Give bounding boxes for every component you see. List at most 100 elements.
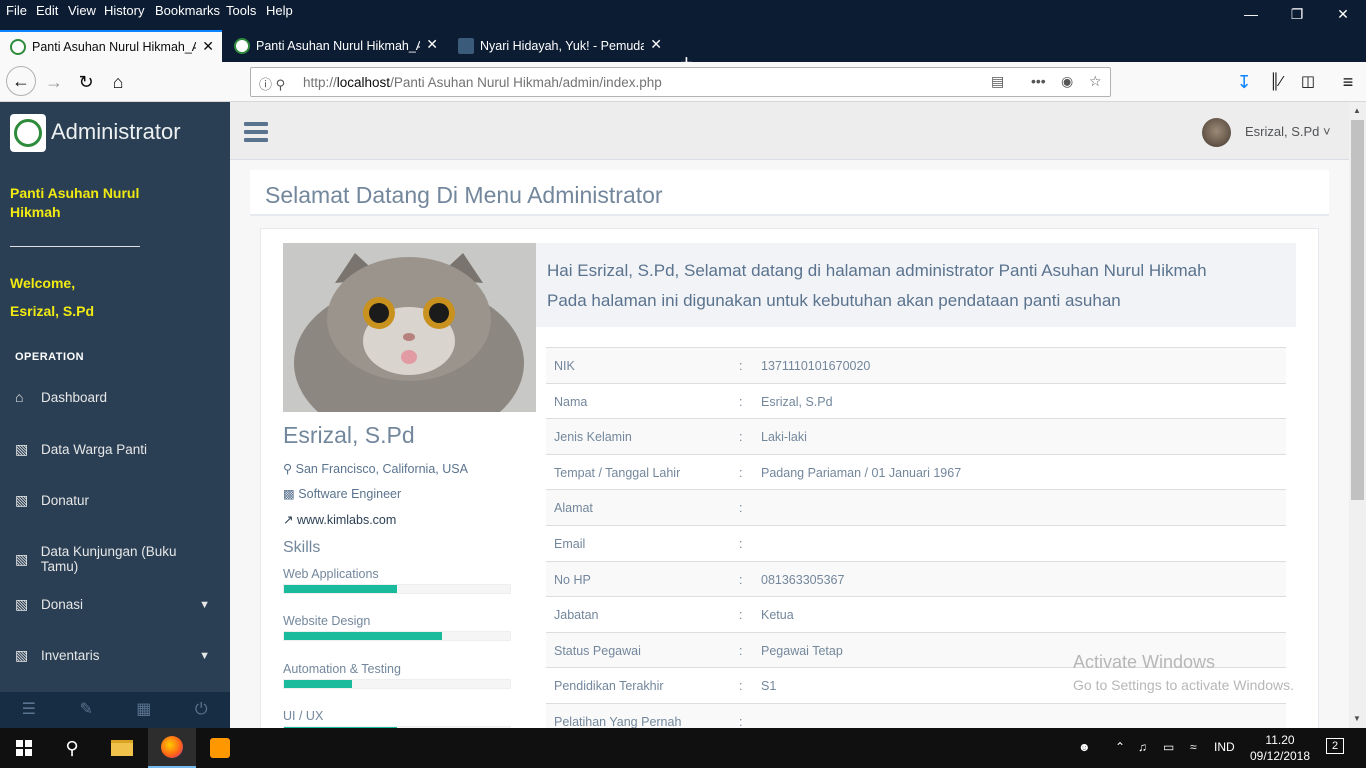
greeting-line-1: Hai Esrizal, S.Pd, Selamat datang di hal… [547, 261, 1207, 280]
profile-name: Esrizal, S.Pd [283, 422, 415, 448]
briefcase-icon: ▩ [283, 487, 295, 501]
navigation-bar: ← → ↻ ⌂ ⓘ ⚲ http://localhost/Panti Asuha… [0, 62, 1366, 102]
org-name: Panti Asuhan Nurul Hikmah [10, 185, 140, 220]
detail-value: Esrizal, S.Pd [761, 394, 833, 409]
tab-title: Panti Asuhan Nurul Hikmah_Ad [32, 40, 196, 54]
notifications-icon[interactable]: 2 [1326, 738, 1344, 754]
sidebar-item-data-warga-panti[interactable]: ▧ Data Warga Panti [15, 441, 215, 458]
sidebar-item-dashboard[interactable]: ⌂ Dashboard [15, 389, 215, 405]
sidebar-item-label: Data Warga Panti [41, 442, 148, 457]
firefox-taskbar-icon[interactable] [148, 728, 196, 768]
detail-key: Alamat [554, 501, 593, 516]
sidebar-item-donasi[interactable]: ▧ Donasi ▼ [15, 596, 215, 613]
user-dropdown[interactable]: Esrizal, S.Pd ˅ [1245, 124, 1331, 139]
close-tab-icon[interactable]: ✕ [202, 38, 214, 55]
menu-history[interactable]: History [104, 3, 144, 18]
home-icon[interactable]: ⌂ [104, 68, 132, 96]
activate-windows-watermark: Activate Windows Go to Settings to activ… [1073, 652, 1294, 693]
chevron-down-icon: ▼ [199, 649, 210, 662]
sidebar-item-data-kunjungan[interactable]: ▧ Data Kunjungan (Buku Tamu) [15, 544, 215, 574]
film-icon[interactable]: ▦ [115, 692, 173, 728]
sidebar-item-inventaris[interactable]: ▧ Inventaris ▼ [15, 647, 215, 664]
bar-chart-icon: ▧ [15, 441, 29, 457]
close-tab-icon[interactable]: ✕ [426, 36, 438, 53]
menu-bookmarks[interactable]: Bookmarks [155, 3, 220, 18]
url-bar[interactable]: ⓘ ⚲ http://localhost/Panti Asuhan Nurul … [250, 67, 1111, 97]
reader-view-icon[interactable]: ▤ [991, 73, 1004, 90]
bar-chart-icon: ▧ [15, 596, 29, 612]
search-icon[interactable]: ⚲ [48, 728, 96, 768]
menu-toggle-icon[interactable] [244, 122, 268, 146]
volume-icon[interactable]: ♫ [1138, 740, 1147, 754]
menu-file[interactable]: File [6, 3, 27, 18]
chevron-down-icon: ▼ [199, 598, 210, 611]
windows-taskbar: ⚲ ☻ ⌃ ♫ ▭ ≈ IND 11.20 09/12/2018 2 [0, 728, 1366, 768]
tab-bar: Panti Asuhan Nurul Hikmah_Ad ✕ Panti Asu… [0, 22, 1366, 74]
show-hidden-icons-icon[interactable]: ⌃ [1115, 740, 1125, 754]
welcome-user: Esrizal, S.Pd [10, 303, 95, 319]
brand-title[interactable]: Administrator [51, 119, 181, 145]
battery-icon[interactable]: ▭ [1163, 740, 1174, 754]
pocket-icon[interactable]: ◉ [1061, 73, 1073, 90]
library-icon[interactable]: ║⁄ [1262, 68, 1290, 96]
windows-start-icon[interactable] [0, 728, 48, 768]
close-tab-icon[interactable]: ✕ [650, 36, 662, 53]
detail-key: Pendidikan Terakhir [554, 679, 664, 694]
table-row: Email: [546, 524, 1286, 561]
forward-icon[interactable]: → [40, 68, 68, 96]
sidebar-item-donatur[interactable]: ▧ Donatur [15, 492, 215, 509]
table-row: Jabatan: Ketua [546, 596, 1286, 632]
scroll-up-icon[interactable]: ▲ [1353, 106, 1361, 115]
edit-icon[interactable]: ✎ [58, 692, 116, 728]
bookmark-star-icon[interactable]: ☆ [1089, 73, 1102, 90]
page-actions-icon[interactable]: ••• [1031, 73, 1046, 89]
tab-admin-2[interactable]: Panti Asuhan Nurul Hikmah_Ad ✕ [224, 30, 446, 62]
scroll-down-icon[interactable]: ▼ [1353, 714, 1361, 723]
system-clock[interactable]: 11.20 09/12/2018 [1246, 732, 1314, 764]
table-row: Jenis Kelamin: Laki-laki [546, 418, 1286, 454]
detail-value: 081363305367 [761, 572, 845, 587]
browser-menu-bar: File Edit View History Bookmarks Tools H… [0, 0, 1366, 22]
table-row: Nama: Esrizal, S.Pd [546, 382, 1286, 419]
tab-nyari-hidayah[interactable]: Nyari Hidayah, Yuk! - Pemuda | ✕ [448, 30, 670, 62]
site-favicon-icon [10, 39, 26, 55]
menu-edit[interactable]: Edit [36, 3, 58, 18]
menu-help[interactable]: Help [266, 3, 293, 18]
detail-value: S1 [761, 679, 777, 694]
site-logo [10, 114, 46, 152]
settings-icon[interactable]: ☰ [0, 692, 58, 728]
wifi-icon[interactable]: ≈ [1190, 740, 1197, 754]
reload-icon[interactable]: ↻ [72, 68, 100, 96]
avatar[interactable] [1202, 118, 1231, 147]
home-icon: ⌂ [15, 389, 24, 405]
sidebar-footer: ☰ ✎ ▦ ⏻ [0, 692, 230, 728]
bar-chart-icon: ▧ [15, 492, 29, 508]
people-icon[interactable]: ☻ [1078, 740, 1091, 754]
main-content: Esrizal, S.Pd ˅ Selamat Datang Di Menu A… [230, 102, 1349, 728]
tab-admin-active[interactable]: Panti Asuhan Nurul Hikmah_Ad ✕ [0, 30, 222, 62]
skill-label: Website Design [283, 614, 371, 628]
language-indicator[interactable]: IND [1214, 740, 1235, 754]
site-info-icon[interactable]: ⓘ ⚲ [259, 74, 285, 93]
greeting-line-2: Pada halaman ini digunakan untuk kebutuh… [547, 291, 1121, 310]
hamburger-menu-icon[interactable]: ≡ [1334, 68, 1362, 96]
sublime-text-icon[interactable] [196, 728, 244, 768]
url-text[interactable]: http://localhost/Panti Asuhan Nurul Hikm… [303, 75, 662, 90]
file-explorer-icon[interactable] [98, 728, 146, 768]
power-icon[interactable]: ⏻ [173, 692, 231, 728]
menu-view[interactable]: View [68, 3, 96, 18]
profile-website-link[interactable]: ↗ www.kimlabs.com [283, 512, 396, 527]
profile-photo [283, 243, 536, 412]
menu-tools[interactable]: Tools [226, 3, 256, 18]
back-icon[interactable]: ← [6, 66, 36, 96]
skill-progress-bar [284, 680, 352, 688]
section-operation: OPERATION [15, 351, 85, 363]
map-marker-icon: ⚲ [283, 462, 293, 476]
sidebar-toggle-icon[interactable]: ◫ [1294, 68, 1322, 96]
admin-sidebar: Administrator Panti Asuhan Nurul Hikmah … [0, 102, 230, 728]
downloads-icon[interactable]: ↧ [1230, 68, 1258, 96]
detail-key: Nama [554, 394, 588, 409]
scrollbar-thumb[interactable] [1351, 120, 1364, 500]
page-scrollbar[interactable]: ▲ ▼ [1349, 102, 1366, 728]
detail-value: Laki-laki [761, 430, 807, 445]
